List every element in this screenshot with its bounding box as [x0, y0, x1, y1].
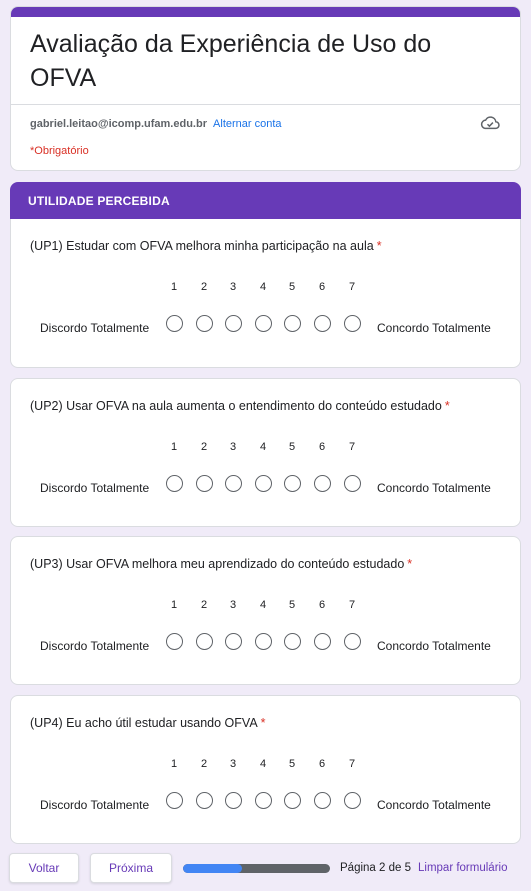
question-text: (UP4) Eu acho útil estudar usando OFVA [30, 716, 258, 730]
radio-option-2[interactable] [195, 475, 213, 492]
scale-number: 7 [348, 281, 356, 293]
radio-option-4[interactable] [254, 792, 272, 809]
radio-option-5[interactable] [283, 633, 301, 650]
account-email: gabriel.leitao@icomp.ufam.edu.br [30, 118, 207, 130]
radio-option-3[interactable] [224, 315, 242, 332]
scale-number: 4 [259, 281, 267, 293]
scale-number: 5 [288, 599, 296, 611]
next-button[interactable]: Próxima [90, 853, 172, 883]
scale-high-label: Concordo Totalmente [377, 639, 491, 653]
required-asterisk: * [376, 239, 382, 253]
required-asterisk: * [260, 716, 266, 730]
scale-number: 7 [348, 758, 356, 770]
header-accent-bar [11, 7, 520, 17]
radio-option-7[interactable] [343, 315, 361, 332]
scale-numbers: 1 2 3 4 5 6 7 [11, 758, 520, 772]
progress-bar-fill [183, 864, 242, 873]
radio-option-1[interactable] [165, 475, 183, 492]
radio-option-7[interactable] [343, 475, 361, 492]
progress-bar [183, 864, 330, 873]
scale-number: 4 [259, 441, 267, 453]
radio-option-6[interactable] [313, 792, 331, 809]
radio-option-5[interactable] [283, 792, 301, 809]
question-card: (UP3) Usar OFVA melhora meu aprendizado … [10, 536, 521, 685]
scale-number: 5 [288, 441, 296, 453]
scale-number: 2 [200, 758, 208, 770]
scale-number: 5 [288, 758, 296, 770]
radio-option-6[interactable] [313, 475, 331, 492]
radio-option-6[interactable] [313, 633, 331, 650]
required-asterisk: * [444, 399, 450, 413]
radio-option-2[interactable] [195, 792, 213, 809]
scale-numbers: 1 2 3 4 5 6 7 [11, 599, 520, 613]
question-text: (UP1) Estudar com OFVA melhora minha par… [30, 239, 374, 253]
scale-number: 3 [229, 441, 237, 453]
scale-numbers: 1 2 3 4 5 6 7 [11, 281, 520, 295]
scale-number: 3 [229, 599, 237, 611]
section-title: UTILIDADE PERCEBIDA [28, 194, 170, 208]
scale-number: 1 [170, 599, 178, 611]
scale-numbers: 1 2 3 4 5 6 7 [11, 441, 520, 455]
back-button[interactable]: Voltar [9, 853, 79, 883]
question-title: (UP4) Eu acho útil estudar usando OFVA * [30, 716, 266, 730]
radio-option-3[interactable] [224, 792, 242, 809]
scale-number: 1 [170, 281, 178, 293]
scale-number: 7 [348, 599, 356, 611]
scale-number: 6 [318, 441, 326, 453]
radio-option-1[interactable] [165, 792, 183, 809]
scale-number: 2 [200, 281, 208, 293]
radio-option-7[interactable] [343, 633, 361, 650]
scale-number: 2 [200, 599, 208, 611]
scale-number: 6 [318, 599, 326, 611]
radio-option-7[interactable] [343, 792, 361, 809]
question-title: (UP2) Usar OFVA na aula aumenta o entend… [30, 399, 450, 413]
required-asterisk: * [407, 557, 413, 571]
scale-number: 3 [229, 758, 237, 770]
radio-option-5[interactable] [283, 315, 301, 332]
question-title: (UP3) Usar OFVA melhora meu aprendizado … [30, 557, 412, 571]
scale-number: 1 [170, 441, 178, 453]
question-text: (UP2) Usar OFVA na aula aumenta o entend… [30, 399, 442, 413]
question-card: (UP1) Estudar com OFVA melhora minha par… [10, 219, 521, 368]
radio-option-2[interactable] [195, 633, 213, 650]
header-divider [11, 104, 520, 105]
radio-option-2[interactable] [195, 315, 213, 332]
radio-option-4[interactable] [254, 633, 272, 650]
section-header: UTILIDADE PERCEBIDA [10, 182, 521, 220]
scale-number: 7 [348, 441, 356, 453]
radio-option-5[interactable] [283, 475, 301, 492]
radio-option-4[interactable] [254, 475, 272, 492]
scale-number: 5 [288, 281, 296, 293]
radio-option-3[interactable] [224, 633, 242, 650]
scale-number: 3 [229, 281, 237, 293]
clear-form-link[interactable]: Limpar formulário [418, 862, 507, 874]
question-title: (UP1) Estudar com OFVA melhora minha par… [30, 239, 382, 253]
scale-number: 6 [318, 281, 326, 293]
scale-high-label: Concordo Totalmente [377, 321, 491, 335]
form-title: Avaliação da Experiência de Uso do OFVA [30, 30, 432, 92]
scale-high-label: Concordo Totalmente [377, 798, 491, 812]
scale-number: 1 [170, 758, 178, 770]
radio-option-1[interactable] [165, 633, 183, 650]
required-note: *Obrigatório [30, 145, 89, 157]
cloud-check-icon [480, 116, 500, 130]
account-row: gabriel.leitao@icomp.ufam.edu.br Alterna… [30, 118, 282, 130]
radio-option-3[interactable] [224, 475, 242, 492]
scale-number: 2 [200, 441, 208, 453]
scale-number: 4 [259, 599, 267, 611]
form-header-card: Avaliação da Experiência de Uso do OFVA … [10, 6, 521, 171]
question-card: (UP4) Eu acho útil estudar usando OFVA * 1… [10, 695, 521, 844]
scale-high-label: Concordo Totalmente [377, 481, 491, 495]
switch-account-link[interactable]: Alternar conta [213, 118, 281, 130]
radio-option-6[interactable] [313, 315, 331, 332]
page-indicator: Página 2 de 5 [340, 862, 411, 874]
radio-option-1[interactable] [165, 315, 183, 332]
scale-number: 4 [259, 758, 267, 770]
question-text: (UP3) Usar OFVA melhora meu aprendizado … [30, 557, 405, 571]
question-card: (UP2) Usar OFVA na aula aumenta o entend… [10, 378, 521, 527]
radio-option-4[interactable] [254, 315, 272, 332]
scale-number: 6 [318, 758, 326, 770]
